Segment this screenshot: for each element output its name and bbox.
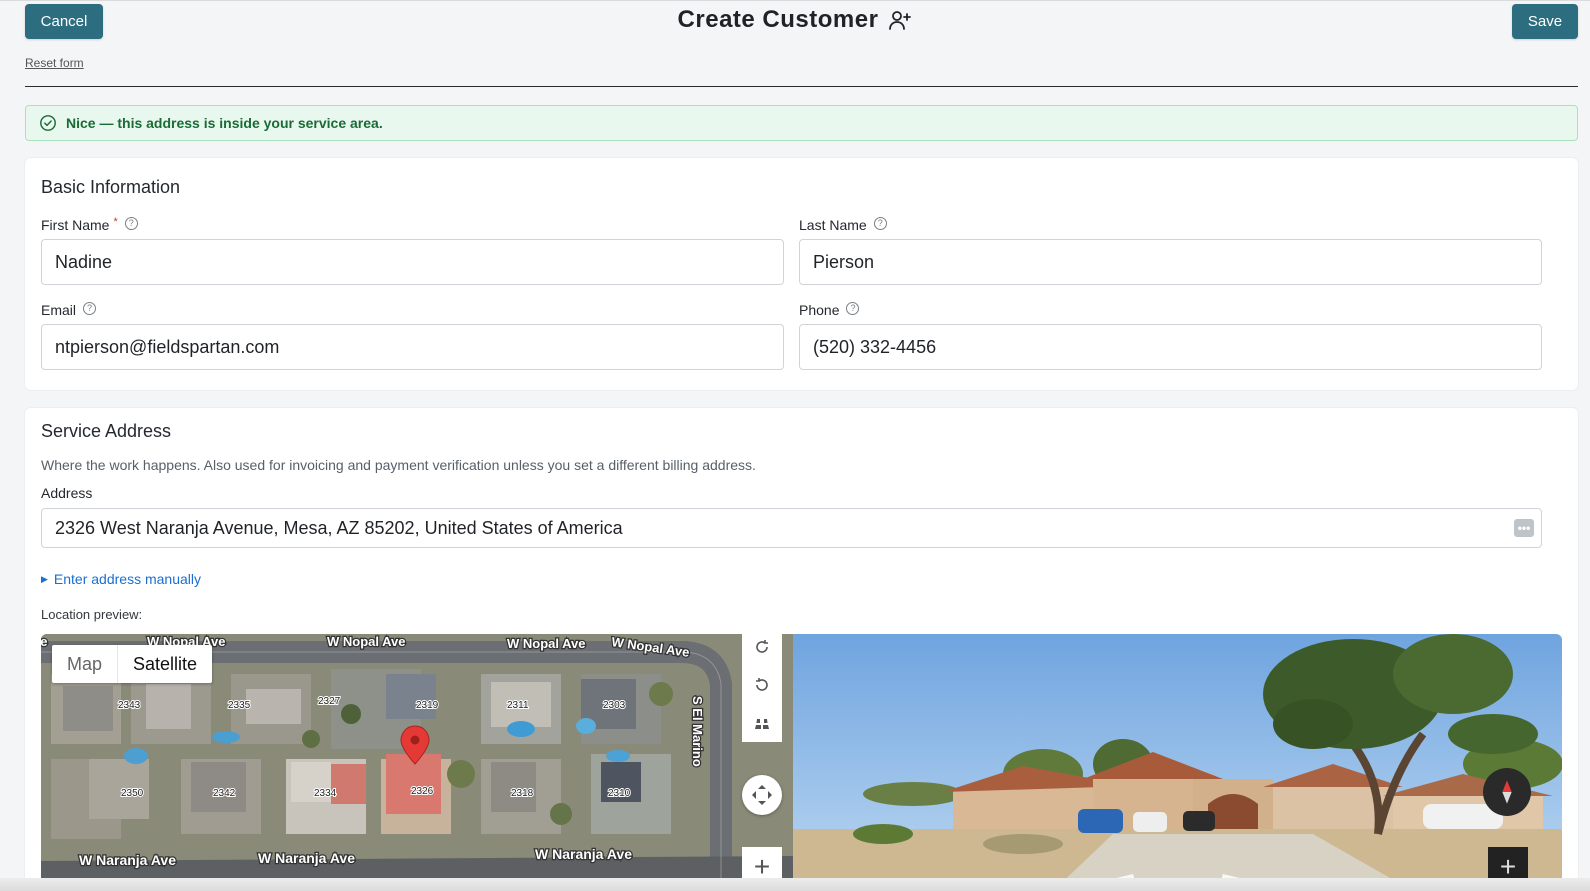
map-type-toggle: Map Satellite — [52, 645, 213, 683]
svg-text:2334: 2334 — [314, 788, 337, 799]
phone-input[interactable]: (520) 332-4456 — [799, 324, 1542, 370]
satellite-map[interactable]: ve W Nopal Ave W Nopal Ave W Nopal Ave W… — [41, 634, 793, 891]
street-label-nopal-2: W Nopal Ave — [327, 634, 406, 649]
street-label-nopal-3: W Nopal Ave — [507, 636, 586, 651]
section-title-basic: Basic Information — [41, 177, 181, 197]
caret-right-icon: ▶ — [41, 573, 48, 584]
last-name-label: Last Name ? — [799, 216, 887, 233]
last-name-label-text: Last Name — [799, 217, 867, 233]
basic-information-card: Basic Information First Name * ? Nadine … — [25, 158, 1578, 390]
street-label-naranja-1: W Naranja Ave — [79, 852, 176, 868]
street-label-naranja-2: W Naranja Ave — [258, 850, 355, 866]
compass-icon[interactable] — [1483, 768, 1531, 816]
svg-text:2310: 2310 — [608, 788, 631, 799]
add-user-icon — [889, 11, 912, 30]
top-border — [0, 0, 1590, 1]
email-label: Email ? — [41, 301, 97, 318]
svg-text:2311: 2311 — [507, 700, 529, 711]
rotate-cw-icon — [756, 640, 768, 653]
svg-text:2350: 2350 — [121, 788, 144, 799]
help-icon[interactable]: ? — [83, 301, 97, 315]
svg-text:2319: 2319 — [416, 700, 439, 711]
satellite-tab[interactable]: Satellite — [117, 645, 212, 683]
street-label-naranja-3: W Naranja Ave — [535, 846, 632, 862]
save-button[interactable]: Save — [1512, 4, 1578, 39]
bottom-edge — [0, 878, 1590, 891]
help-icon[interactable]: ? — [124, 216, 138, 230]
section-title-service-address: Service Address — [41, 421, 172, 441]
first-name-label-text: First Name — [41, 217, 110, 233]
email-input[interactable]: ntpierson@fieldspartan.com — [41, 324, 784, 370]
first-name-label: First Name * ? — [41, 216, 138, 233]
email-label-text: Email — [41, 302, 77, 318]
location-preview-label: Location preview: — [41, 607, 143, 622]
svg-text:2303: 2303 — [603, 700, 626, 711]
phone-label: Phone ? — [799, 301, 860, 318]
rotate-clockwise-button[interactable] — [742, 634, 782, 666]
first-name-input[interactable]: Nadine — [41, 239, 784, 285]
camera-control-button[interactable] — [742, 775, 782, 815]
address-input[interactable]: 2326 West Naranja Avenue, Mesa, AZ 85202… — [41, 508, 1542, 548]
svg-text:2318: 2318 — [511, 788, 534, 799]
svg-text:2326: 2326 — [411, 786, 434, 797]
service-address-description: Where the work happens. Also used for in… — [41, 457, 756, 473]
alert-text: Nice — this address is inside your servi… — [66, 115, 383, 131]
svg-text:2342: 2342 — [213, 788, 236, 799]
tilt-button[interactable] — [742, 704, 782, 742]
more-options-icon[interactable]: ••• — [1514, 519, 1534, 537]
svg-text:2335: 2335 — [228, 700, 251, 711]
svg-text:2343: 2343 — [118, 700, 141, 711]
address-label-text: Address — [41, 485, 93, 501]
street-label-partial: ve — [41, 634, 47, 649]
phone-label-text: Phone — [799, 302, 840, 318]
street-view-imagery — [793, 634, 1562, 891]
required-marker: * — [113, 216, 118, 228]
tilt-3d-icon — [755, 719, 769, 729]
page-title: Create Customer — [677, 6, 879, 33]
last-name-input[interactable]: Pierson — [799, 239, 1542, 285]
map-tab[interactable]: Map — [52, 645, 117, 683]
enter-address-manually-label: Enter address manually — [53, 571, 201, 587]
header-divider — [25, 86, 1578, 87]
street-label-el-marino: S El Marino — [690, 696, 705, 767]
service-area-alert: Nice — this address is inside your servi… — [25, 105, 1578, 141]
enter-address-manually-toggle[interactable]: ▶ Enter address manually — [41, 571, 201, 587]
rotate-counterclockwise-button[interactable] — [742, 666, 782, 704]
check-circle-icon — [40, 115, 56, 131]
service-address-card: Service Address Where the work happens. … — [25, 408, 1578, 891]
svg-text:2327: 2327 — [318, 696, 341, 707]
reset-form-link[interactable]: Reset form — [25, 56, 84, 70]
address-value: 2326 West Naranja Avenue, Mesa, AZ 85202… — [55, 517, 623, 538]
page-title-row: Create Customer — [0, 6, 1590, 34]
help-icon[interactable]: ? — [846, 301, 860, 315]
move-arrows-icon — [752, 785, 772, 805]
rotate-ccw-icon — [756, 678, 768, 691]
address-label: Address — [41, 485, 92, 501]
street-view[interactable]: + — [793, 634, 1562, 891]
help-icon[interactable]: ? — [873, 216, 887, 230]
